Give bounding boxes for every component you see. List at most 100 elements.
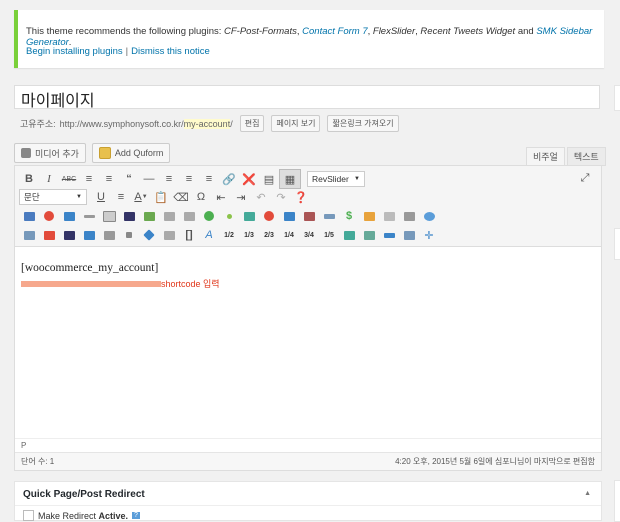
align-center-icon[interactable]: ≡ — [179, 170, 199, 188]
get-shortlink-button[interactable]: 짧은링크 가져오기 — [327, 115, 399, 132]
align-right-icon[interactable]: ≡ — [199, 170, 219, 188]
divider-icon[interactable] — [79, 207, 99, 225]
column-third-button[interactable]: 1/3 — [239, 232, 259, 239]
add-quform-button[interactable]: Add Quform — [91, 143, 171, 163]
columns-grid-icon[interactable] — [159, 226, 179, 244]
alert-box-icon[interactable] — [39, 226, 59, 244]
edit-permalink-button[interactable]: 편집 — [239, 115, 265, 132]
video-icon[interactable] — [239, 207, 259, 225]
content-editor: B I ABC ≡ ≡ “ — ≡ ≡ ≡ 🔗 ❌ ▤ ▦ RevSlider ▼… — [14, 165, 602, 471]
toolbar-row-3: $ — [19, 207, 439, 225]
format-select[interactable]: 문단 ▼ — [19, 189, 87, 205]
align-left-icon[interactable]: ≡ — [159, 170, 179, 188]
list-icon[interactable] — [399, 207, 419, 225]
gallery-icon[interactable] — [139, 207, 159, 225]
add-media-button[interactable]: 미디어 추가 — [14, 143, 86, 163]
bullet-list-icon[interactable]: ≡ — [79, 170, 99, 188]
collapse-toggle-icon[interactable]: ▲ — [584, 490, 591, 497]
button-icon[interactable] — [59, 207, 79, 225]
horizontal-line-icon[interactable]: — — [139, 170, 159, 188]
text-color-icon[interactable]: A ▼ — [131, 188, 151, 206]
speech-bubble-icon[interactable] — [419, 207, 439, 225]
blockquote-icon[interactable]: “ — [119, 170, 139, 188]
alert-icon[interactable] — [39, 207, 59, 225]
map-icon[interactable] — [279, 207, 299, 225]
tab-text[interactable]: 텍스트 — [566, 147, 606, 166]
permalink-row: 고유주소: http://www.symphonysoft.co.kr/my-a… — [20, 115, 399, 132]
table-icon[interactable] — [19, 207, 39, 225]
frame-icon[interactable] — [399, 226, 419, 244]
italic-icon[interactable]: I — [39, 170, 59, 188]
quick-redirect-metabox: Quick Page/Post Redirect ▲ Make Redirect… — [14, 481, 602, 521]
redirect-active-option: Make Redirect Active. ? — [23, 510, 140, 521]
font-icon[interactable]: A — [199, 226, 219, 244]
dot-icon[interactable] — [219, 207, 239, 225]
undo-icon[interactable]: ↶ — [251, 188, 271, 206]
numbered-list-icon[interactable]: ≡ — [99, 170, 119, 188]
slider-icon[interactable] — [59, 226, 79, 244]
editor-toolbar: B I ABC ≡ ≡ “ — ≡ ≡ ≡ 🔗 ❌ ▤ ▦ RevSlider ▼… — [15, 166, 601, 247]
plugin-link-contact-form[interactable]: Contact Form 7 — [302, 26, 367, 37]
permalink-slug[interactable]: my-account — [183, 118, 231, 129]
help-icon[interactable]: ? — [132, 512, 140, 519]
dismiss-notice-link[interactable]: Dismiss this notice — [131, 46, 210, 57]
view-page-button[interactable]: 페이지 보기 — [271, 115, 321, 132]
special-char-icon[interactable]: Ω — [191, 188, 211, 206]
plugin-name: CF-Post-Formats — [224, 26, 297, 37]
record-icon[interactable] — [259, 207, 279, 225]
help-icon[interactable]: ❓ — [291, 188, 311, 206]
store-icon[interactable] — [359, 207, 379, 225]
brackets-icon[interactable]: [] — [179, 226, 199, 244]
link-icon[interactable]: 🔗 — [219, 170, 239, 188]
column-quarter-button[interactable]: 1/4 — [279, 232, 299, 239]
underline-icon[interactable]: U — [91, 188, 111, 206]
plugin-name: FlexSlider — [372, 26, 416, 37]
column-three-quarters-button[interactable]: 3/4 — [299, 232, 319, 239]
square-icon[interactable] — [119, 226, 139, 244]
read-more-icon[interactable]: ▤ — [259, 170, 279, 188]
metabox-title: Quick Page/Post Redirect — [23, 489, 145, 500]
quform-icon — [98, 147, 111, 159]
notice-message: This theme recommends the following plug… — [26, 26, 593, 48]
calendar-icon[interactable] — [359, 226, 379, 244]
strikethrough-icon[interactable]: ABC — [59, 170, 79, 188]
redo-icon[interactable]: ↷ — [271, 188, 291, 206]
user-icon[interactable] — [299, 207, 319, 225]
column-two-thirds-button[interactable]: 2/3 — [259, 232, 279, 239]
add-icon[interactable] — [199, 207, 219, 225]
begin-installing-link[interactable]: Begin installing plugins — [26, 46, 123, 57]
revslider-select[interactable]: RevSlider ▼ — [307, 171, 365, 187]
bar-icon[interactable] — [379, 226, 399, 244]
toolbar-toggle-icon[interactable]: ▦ — [279, 169, 301, 189]
column-fifth-button[interactable]: 1/5 — [319, 232, 339, 239]
image-icon[interactable] — [99, 207, 119, 225]
indent-icon[interactable]: ⇥ — [231, 188, 251, 206]
outdent-icon[interactable]: ⇤ — [211, 188, 231, 206]
car-icon[interactable] — [119, 207, 139, 225]
fullscreen-icon[interactable]: ⤢ — [575, 169, 595, 187]
diamond-icon[interactable] — [139, 226, 159, 244]
editor-tabs: 비주얼 텍스트 — [526, 147, 606, 166]
redirect-active-checkbox[interactable] — [23, 510, 34, 521]
dollar-icon[interactable]: $ — [339, 207, 359, 225]
editor-content[interactable]: [woocommerce_my_account] — [21, 262, 158, 274]
layout-icon[interactable] — [99, 226, 119, 244]
columns-icon[interactable] — [159, 207, 179, 225]
document-icon[interactable] — [379, 207, 399, 225]
progress-icon[interactable] — [319, 207, 339, 225]
grid-icon[interactable] — [179, 207, 199, 225]
clear-formatting-icon[interactable]: ⌫ — [171, 188, 191, 206]
paste-text-icon[interactable]: 📋 — [151, 188, 171, 206]
sidebar-panel-edge — [614, 85, 620, 111]
unlink-icon[interactable]: ❌ — [239, 170, 259, 188]
panel-icon[interactable] — [339, 226, 359, 244]
column-half-button[interactable]: 1/2 — [219, 232, 239, 239]
text-block-icon[interactable] — [79, 226, 99, 244]
bold-icon[interactable]: B — [19, 170, 39, 188]
tab-visual[interactable]: 비주얼 — [526, 147, 565, 166]
permalink-url[interactable]: http://www.symphonysoft.co.kr/my-account… — [60, 118, 233, 129]
crosshair-icon[interactable]: ✛ — [419, 226, 439, 244]
post-title-input[interactable]: 마이페이지 — [14, 85, 600, 110]
badge-icon[interactable] — [19, 226, 39, 244]
justify-icon[interactable]: ≡ — [111, 188, 131, 206]
